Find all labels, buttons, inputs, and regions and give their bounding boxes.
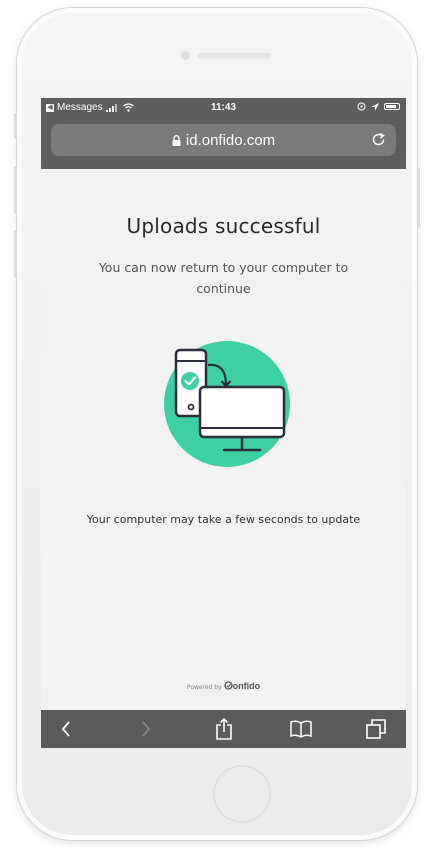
home-button[interactable]: [213, 765, 271, 823]
location-icon: [371, 102, 379, 111]
power-button: [417, 168, 420, 228]
tabs-button[interactable]: [356, 710, 396, 748]
back-button[interactable]: [46, 710, 86, 748]
browser-toolbar: [41, 710, 406, 748]
lock-icon: [172, 135, 181, 146]
check-circle-icon: [181, 372, 199, 390]
powered-by-label: Powered by: [186, 684, 222, 691]
battery-icon: [384, 103, 400, 110]
url-text: id.onfido.com: [185, 132, 276, 149]
onfido-logo-icon: [223, 681, 233, 690]
volume-up-button: [14, 166, 17, 214]
browser-header: ◀ Messages 11:43 id.onfido.com: [41, 98, 406, 169]
orientation-lock-icon: [357, 102, 366, 111]
status-bar: ◀ Messages 11:43: [41, 98, 406, 118]
chevron-right-icon: [142, 721, 151, 737]
phone-screen: ◀ Messages 11:43 id.onfido.com Uploads s…: [41, 98, 406, 748]
volume-down-button: [14, 230, 17, 278]
update-note: Your computer may take a few seconds to …: [86, 513, 361, 526]
url-display: id.onfido.com: [51, 132, 396, 149]
chevron-left-icon: [61, 721, 70, 737]
bookmarks-button[interactable]: [281, 710, 321, 748]
share-button[interactable]: [204, 710, 244, 748]
tabs-icon: [366, 719, 386, 739]
powered-by-onfido: Powered by onfido: [41, 681, 406, 691]
page-title: Uploads successful: [126, 214, 321, 238]
forward-button[interactable]: [126, 710, 166, 748]
upload-success-illustration: [164, 341, 290, 467]
front-camera: [181, 51, 190, 60]
status-time: 11:43: [210, 102, 237, 113]
book-icon: [290, 720, 312, 738]
onfido-brand: onfido: [232, 681, 261, 691]
page-subtitle: You can now return to your computer to c…: [98, 260, 349, 296]
status-indicators: [357, 102, 400, 111]
page-content: Uploads successful You can now return to…: [41, 169, 406, 708]
share-icon: [216, 717, 232, 740]
address-bar[interactable]: id.onfido.com: [51, 124, 396, 156]
reload-icon[interactable]: [371, 132, 386, 147]
earpiece-speaker: [197, 53, 271, 59]
mute-switch: [14, 113, 17, 139]
